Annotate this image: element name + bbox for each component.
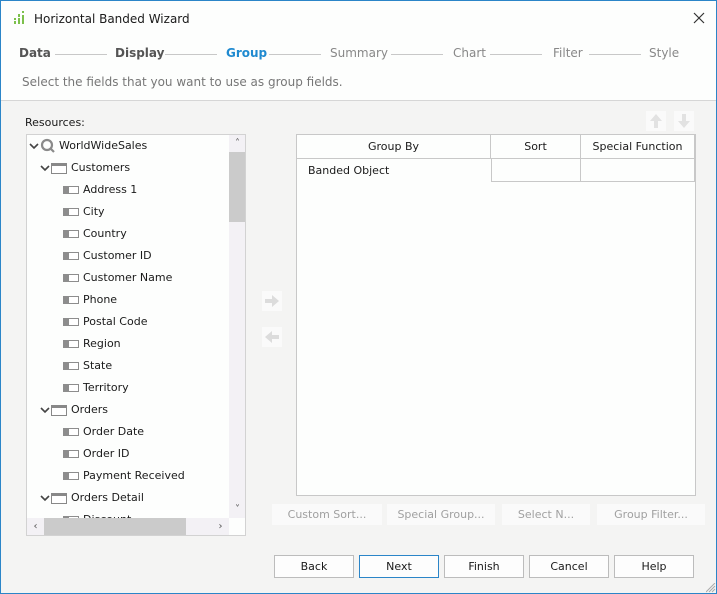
table-icon xyxy=(51,405,67,416)
move-down-button[interactable] xyxy=(674,111,694,131)
field-icon xyxy=(63,230,79,238)
tree-item-label: Order Date xyxy=(83,425,145,438)
step-divider xyxy=(269,54,321,55)
horizontal-scroll-thumb[interactable] xyxy=(44,518,186,535)
close-icon[interactable] xyxy=(691,10,707,26)
step-style: Style xyxy=(649,46,680,60)
field-icon xyxy=(63,208,79,216)
chevron-down-icon[interactable] xyxy=(40,164,50,172)
tree-item-label: State xyxy=(83,359,113,372)
finish-button[interactable]: Finish xyxy=(444,555,524,578)
arrow-right-icon xyxy=(265,295,279,307)
special-group-button[interactable]: Special Group... xyxy=(387,504,495,525)
step-chart: Chart xyxy=(453,46,486,60)
group-by-grid[interactable]: Group By Sort Special Function Banded Ob… xyxy=(296,134,696,496)
tree-item-label: Payment Received xyxy=(83,469,185,482)
table-icon xyxy=(51,163,67,174)
tree-item-label: Customers xyxy=(71,161,131,174)
group-filter-button[interactable]: Group Filter... xyxy=(597,504,705,525)
tree-item-label: Customer ID xyxy=(83,249,152,262)
field-icon xyxy=(63,384,79,392)
step-divider xyxy=(391,54,443,55)
table-icon xyxy=(51,493,67,504)
field-icon xyxy=(63,428,79,436)
scroll-down-icon[interactable]: ˅ xyxy=(229,501,245,518)
step-filter: Filter xyxy=(553,46,583,60)
tree-item-label: Orders xyxy=(71,403,108,416)
tree-item-label: Customer Name xyxy=(83,271,173,284)
scroll-up-icon[interactable]: ˄ xyxy=(229,135,245,152)
wizard-window: Horizontal Banded Wizard Data Display Gr… xyxy=(0,0,717,594)
column-header-sort[interactable]: Sort xyxy=(491,135,581,159)
scroll-right-icon[interactable]: › xyxy=(212,518,229,535)
field-icon xyxy=(63,252,79,260)
scrollbar-corner xyxy=(229,518,245,535)
chart-bars-icon xyxy=(14,11,24,24)
field-icon xyxy=(63,318,79,326)
field-icon xyxy=(63,296,79,304)
resize-grip-icon[interactable] xyxy=(706,583,716,593)
chevron-down-icon[interactable] xyxy=(29,142,39,150)
chevron-down-icon[interactable] xyxy=(40,494,50,502)
cancel-button[interactable]: Cancel xyxy=(529,555,609,578)
arrow-up-icon xyxy=(650,114,662,128)
help-button[interactable]: Help xyxy=(614,555,694,578)
tree-item-label: Territory xyxy=(83,381,129,394)
field-icon xyxy=(63,362,79,370)
add-field-button[interactable] xyxy=(262,291,282,311)
step-instructions: Select the fields that you want to use a… xyxy=(22,75,343,89)
step-divider xyxy=(55,54,107,55)
field-icon xyxy=(63,340,79,348)
tree-item-label: Region xyxy=(83,337,121,350)
scroll-left-icon[interactable]: ‹ xyxy=(27,518,44,535)
tree-item-label: Country xyxy=(83,227,127,240)
move-up-button[interactable] xyxy=(646,111,666,131)
back-button[interactable]: Back xyxy=(274,555,354,578)
select-n-button[interactable]: Select N... xyxy=(502,504,590,525)
step-display[interactable]: Display xyxy=(115,46,164,60)
next-button[interactable]: Next xyxy=(359,555,439,578)
column-header-group-by[interactable]: Group By xyxy=(297,135,491,159)
step-divider xyxy=(490,54,542,55)
remove-field-button[interactable] xyxy=(262,327,282,347)
step-data[interactable]: Data xyxy=(19,46,51,60)
step-summary: Summary xyxy=(330,46,388,60)
vertical-scroll-thumb[interactable] xyxy=(229,152,245,222)
arrow-down-icon xyxy=(678,114,690,128)
grid-cell-group-by[interactable]: Banded Object xyxy=(297,159,491,182)
window-title: Horizontal Banded Wizard xyxy=(34,12,190,26)
grid-cell-special-function[interactable] xyxy=(581,159,695,182)
tree-item-label: City xyxy=(83,205,105,218)
field-icon xyxy=(63,450,79,458)
title-bar: Horizontal Banded Wizard xyxy=(1,1,716,35)
tree-item-label: Postal Code xyxy=(83,315,148,328)
step-divider xyxy=(165,54,217,55)
step-indicator: Data Display Group Summary Chart Filter … xyxy=(19,46,709,62)
query-icon xyxy=(40,138,55,153)
resources-label: Resources: xyxy=(25,116,85,129)
custom-sort-button[interactable]: Custom Sort... xyxy=(272,504,382,525)
column-header-special-function[interactable]: Special Function xyxy=(581,135,695,159)
tree-item-label: Order ID xyxy=(83,447,130,460)
step-divider xyxy=(589,54,641,55)
field-icon xyxy=(63,274,79,282)
resources-tree[interactable]: WorldWideSales Customers Address 1 City Coun… xyxy=(26,134,246,536)
wizard-header: Data Display Group Summary Chart Filter … xyxy=(1,35,716,101)
tree-item-label: Orders Detail xyxy=(71,491,144,504)
grid-cell-sort[interactable] xyxy=(491,159,581,182)
tree-item-label: WorldWideSales xyxy=(59,139,148,152)
field-icon xyxy=(63,472,79,480)
field-icon xyxy=(63,186,79,194)
step-group[interactable]: Group xyxy=(226,46,267,60)
tree-item-label: Phone xyxy=(83,293,118,306)
chevron-down-icon[interactable] xyxy=(40,406,50,414)
tree-item-label: Address 1 xyxy=(83,183,138,196)
arrow-left-icon xyxy=(265,331,279,343)
